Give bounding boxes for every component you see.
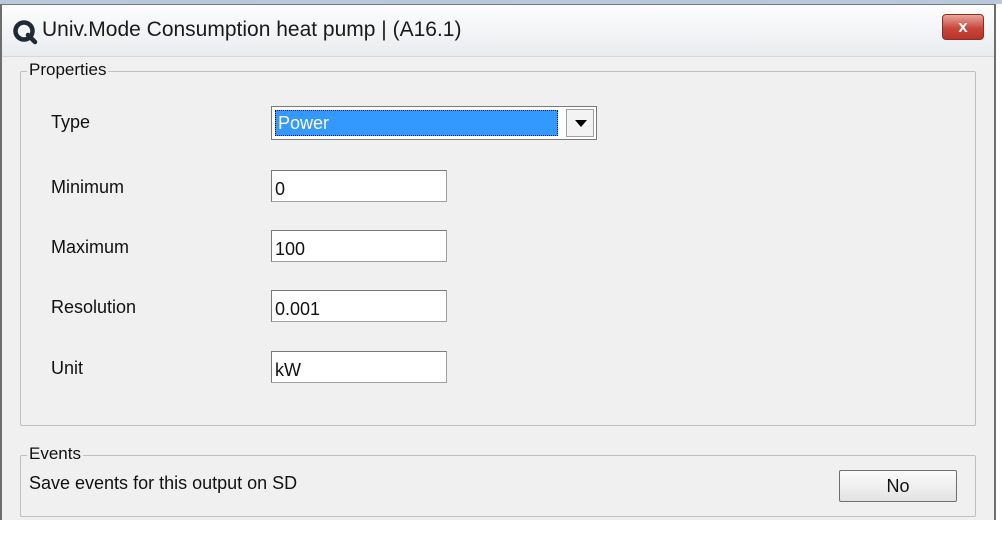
window-title: Univ.Mode Consumption heat pump | (A16.1… (42, 18, 462, 41)
close-x-icon: x (958, 17, 968, 36)
maximum-input[interactable] (271, 230, 447, 262)
title-bar[interactable]: Univ.Mode Consumption heat pump | (A16.1… (2, 5, 994, 57)
unit-input[interactable] (271, 351, 447, 383)
properties-group: Properties Type Power Minimum Maximum Re… (20, 60, 976, 426)
dialog-window: Univ.Mode Consumption heat pump | (A16.1… (0, 4, 996, 522)
type-dropdown[interactable]: Power (271, 106, 597, 140)
properties-legend: Properties (27, 60, 109, 80)
type-label: Type (51, 112, 91, 132)
window-bottom-edge (0, 520, 1002, 533)
minimum-input[interactable] (271, 170, 447, 202)
unit-label: Unit (51, 358, 84, 378)
minimum-label: Minimum (51, 177, 125, 197)
events-legend: Events (27, 444, 83, 464)
save-events-toggle-button[interactable]: No (839, 470, 957, 502)
q-logo-icon (13, 20, 38, 45)
maximum-label: Maximum (51, 237, 130, 257)
resolution-input[interactable] (271, 290, 447, 322)
events-group: Events Save events for this output on SD… (20, 444, 976, 517)
events-description: Save events for this output on SD (29, 473, 298, 493)
resolution-label: Resolution (51, 297, 137, 317)
chevron-down-icon[interactable] (566, 109, 594, 137)
close-button[interactable]: x (942, 14, 984, 40)
type-selected-value: Power (275, 110, 558, 136)
